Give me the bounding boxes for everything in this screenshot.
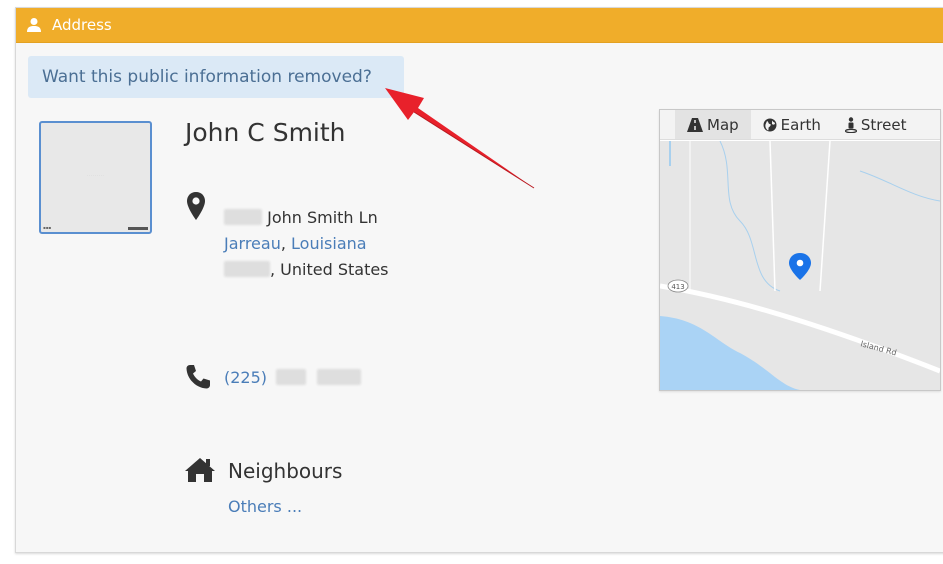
road-shield-label: 413: [671, 283, 684, 291]
tab-earth-label: Earth: [780, 115, 821, 134]
globe-icon: [763, 118, 777, 131]
tab-street[interactable]: Street: [833, 110, 919, 139]
person-name: John C Smith: [185, 118, 346, 147]
tab-street-label: Street: [860, 115, 907, 134]
user-icon: [27, 18, 41, 32]
map-canvas[interactable]: 413 Island Rd: [660, 141, 940, 390]
address-block: John Smith Ln Jarreau, Louisiana , Unite…: [224, 205, 389, 283]
state-link[interactable]: Louisiana: [291, 234, 367, 253]
phone-icon: [186, 365, 210, 389]
address-separator: ,: [280, 234, 286, 253]
thumbnail-bar: [128, 227, 148, 230]
redacted-phone-part-1: [276, 369, 307, 385]
road-icon: [687, 117, 703, 132]
location-marker-dot: [796, 259, 804, 267]
street-view-icon: [844, 116, 857, 133]
tab-map[interactable]: Map: [675, 110, 751, 139]
city-link[interactable]: Jarreau: [224, 234, 281, 253]
panel-title: Address: [52, 16, 112, 34]
address-country: , United States: [270, 260, 389, 279]
neighbours-heading: Neighbours: [228, 459, 343, 483]
address-city-line: Jarreau, Louisiana: [224, 231, 389, 257]
thumbnail-logo: ▪▪▪: [43, 225, 52, 230]
removal-request-link[interactable]: Want this public information removed?: [28, 56, 404, 98]
phone-number[interactable]: (225): [224, 368, 362, 387]
phone-area-code: (225): [224, 368, 268, 387]
redacted-phone-part-2: [317, 369, 362, 385]
address-street-line: John Smith Ln: [224, 205, 389, 231]
map-widget[interactable]: Map Earth Street 413 Island Rd: [659, 109, 941, 391]
address-panel: Address Want this public information rem…: [15, 7, 943, 553]
redacted-house-number: [224, 209, 262, 225]
house-icon: [185, 458, 215, 482]
removal-request-text: Want this public information removed?: [42, 67, 372, 87]
address-street: John Smith Ln: [267, 208, 378, 227]
tab-earth[interactable]: Earth: [751, 110, 833, 139]
street-thumbnail[interactable]: · · · · · · · · · ▪▪▪: [39, 121, 152, 234]
panel-header: Address: [16, 8, 943, 43]
thumbnail-placeholder: · · · · · · · · ·: [87, 173, 104, 177]
map-tabs: Map Earth Street: [660, 110, 940, 140]
address-country-line: , United States: [224, 257, 389, 283]
tab-map-label: Map: [707, 115, 739, 134]
neighbours-others-link[interactable]: Others ...: [228, 497, 302, 516]
redacted-zip: [224, 261, 270, 277]
map-marker-icon: [187, 192, 205, 220]
